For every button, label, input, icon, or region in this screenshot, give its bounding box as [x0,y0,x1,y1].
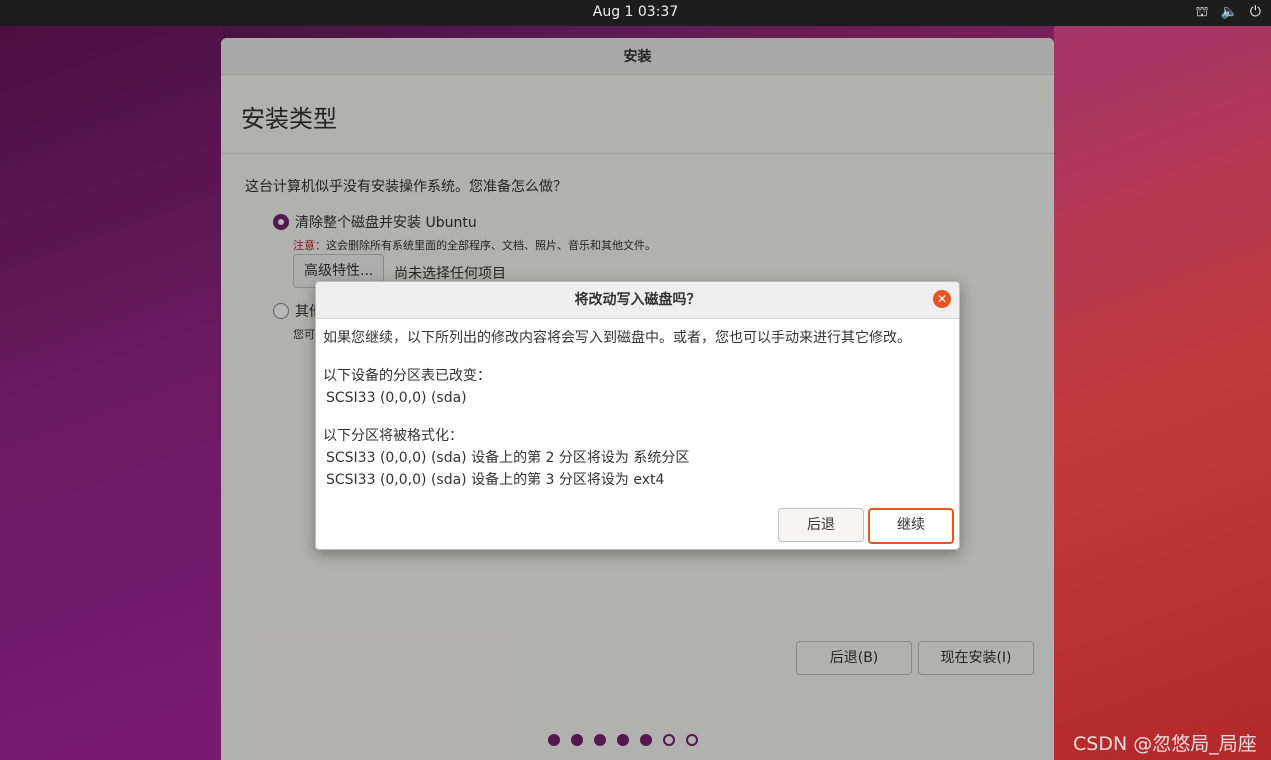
partition-table-item: SCSI33 (0,0,0) (sda) [326,390,467,406]
dialog-body: 如果您继续，以下所列出的修改内容将会写入到磁盘中。或者，您也可以手动来进行其它修… [323,328,953,490]
partition-table-heading: 以下设备的分区表已改变： [323,368,491,384]
volume-icon[interactable]: 🔈 [1220,4,1237,22]
system-tray[interactable]: ⛫ 🔈 ⏻ [1196,4,1261,22]
format-item: SCSI33 (0,0,0) (sda) 设备上的第 3 分区将设为 ext4 [326,472,665,488]
close-icon[interactable]: ✕ [933,290,951,308]
wallpaper-right [1054,26,1271,760]
format-item: SCSI33 (0,0,0) (sda) 设备上的第 2 分区将设为 系统分区 [326,450,690,466]
watermark: CSDN @忽悠局_局座 [1073,733,1257,755]
clock[interactable]: Aug 1 03:37 [0,4,1271,20]
dialog-title-bar: 将改动写入磁盘吗？ ✕ [316,282,959,319]
dialog-continue-button[interactable]: 继续 [868,508,954,544]
dialog-back-button[interactable]: 后退 [778,508,864,542]
power-icon[interactable]: ⏻ [1250,4,1261,22]
dialog-title: 将改动写入磁盘吗？ [574,292,701,308]
wallpaper-left [0,26,222,760]
dialog-intro: 如果您继续，以下所列出的修改内容将会写入到磁盘中。或者，您也可以手动来进行其它修… [323,330,911,346]
format-heading: 以下分区将被格式化： [323,428,463,444]
network-icon[interactable]: ⛫ [1196,4,1209,22]
top-bar: Aug 1 03:37 ⛫ 🔈 ⏻ [0,0,1271,26]
write-changes-dialog: 将改动写入磁盘吗？ ✕ 如果您继续，以下所列出的修改内容将会写入到磁盘中。或者，… [315,281,960,550]
